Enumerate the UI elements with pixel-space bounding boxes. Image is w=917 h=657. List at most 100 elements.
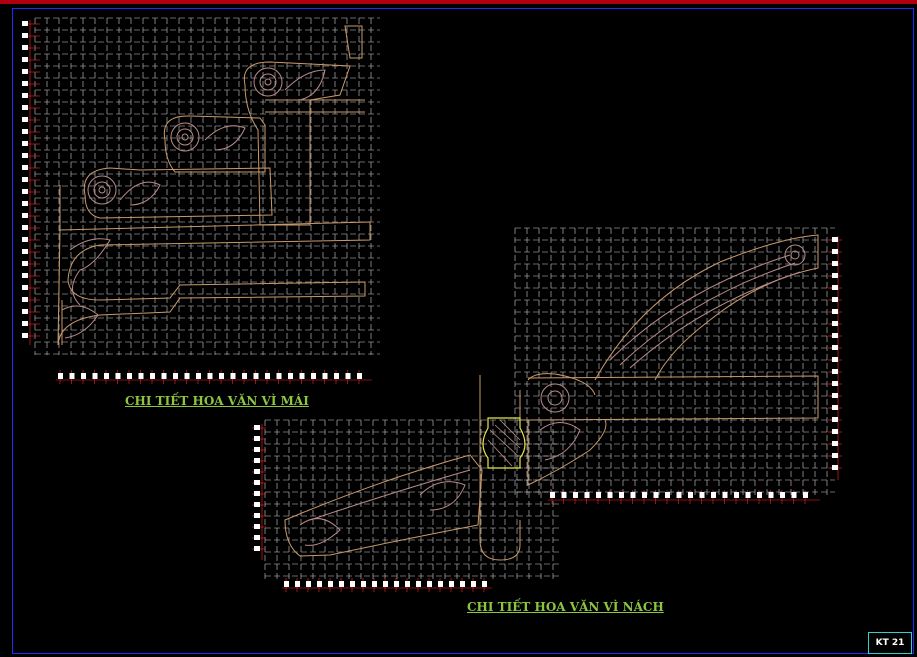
dimension-marker bbox=[22, 213, 28, 218]
dimension-marker bbox=[339, 581, 344, 587]
dimension-marker bbox=[311, 373, 316, 379]
dimension-marker bbox=[22, 21, 28, 26]
dimension-marker bbox=[832, 249, 838, 254]
dimension-marker bbox=[219, 373, 224, 379]
dimension-marker bbox=[832, 429, 838, 434]
dimension-marker bbox=[254, 491, 260, 496]
dimension-marker bbox=[482, 581, 487, 587]
dimension-marker bbox=[427, 581, 432, 587]
dimension-marker bbox=[573, 492, 578, 498]
dimension-marker bbox=[115, 373, 121, 379]
dimension-marker bbox=[416, 581, 421, 587]
dimension-marker bbox=[471, 581, 476, 587]
dimension-marker bbox=[306, 581, 311, 587]
dimension-marker bbox=[173, 373, 178, 379]
dimension-marker bbox=[22, 333, 28, 338]
dimension-marker bbox=[254, 513, 260, 518]
dimension-marker bbox=[254, 436, 260, 441]
dimension-marker bbox=[22, 117, 28, 122]
dimension-marker bbox=[832, 441, 838, 446]
arm-detail-label: CHI TIẾT HOA VĂN VÌ NÁCH bbox=[467, 600, 664, 614]
dimension-marker bbox=[630, 492, 636, 498]
dimension-marker bbox=[265, 373, 270, 379]
dimension-marker bbox=[722, 492, 728, 498]
dimension-marker bbox=[22, 261, 28, 266]
dimension-marker bbox=[832, 321, 838, 326]
dimension-marker bbox=[676, 492, 682, 498]
dimension-marker bbox=[22, 189, 28, 194]
dimension-marker bbox=[254, 469, 260, 474]
dimension-marker bbox=[665, 492, 670, 498]
dimension-marker bbox=[832, 345, 838, 350]
dimension-marker bbox=[607, 492, 613, 498]
dimension-marker bbox=[22, 273, 28, 278]
dimension-marker bbox=[642, 492, 647, 498]
dimension-marker bbox=[161, 373, 167, 379]
dimension-marker bbox=[699, 492, 705, 498]
dimension-marker bbox=[69, 373, 75, 379]
dimension-marker bbox=[150, 373, 155, 379]
dimension-marker bbox=[138, 373, 144, 379]
dimension-marker bbox=[184, 373, 190, 379]
dimension-marker bbox=[832, 261, 838, 266]
dimension-marker bbox=[328, 581, 333, 587]
dimension-marker bbox=[254, 447, 260, 452]
dimension-marker bbox=[92, 373, 98, 379]
arm-carved-scrolls bbox=[299, 244, 806, 546]
dimension-marker bbox=[22, 237, 28, 242]
dimension-marker bbox=[345, 373, 351, 379]
dimension-marker bbox=[253, 373, 259, 379]
dimension-marker bbox=[768, 492, 774, 498]
dimension-marker bbox=[295, 581, 300, 587]
dimension-marker bbox=[254, 458, 260, 463]
dimension-marker bbox=[584, 492, 590, 498]
dimension-marker bbox=[22, 165, 28, 170]
dimension-marker bbox=[619, 492, 624, 498]
dimension-marker bbox=[207, 373, 213, 379]
dimension-marker bbox=[460, 581, 465, 587]
dimension-marker bbox=[22, 309, 28, 314]
dimension-marker bbox=[254, 546, 260, 551]
dimension-marker bbox=[127, 373, 132, 379]
dimension-marker bbox=[745, 492, 751, 498]
column-section bbox=[482, 417, 526, 469]
dimension-marker bbox=[832, 309, 838, 314]
dimension-marker bbox=[22, 33, 28, 38]
dimension-marker bbox=[734, 492, 739, 498]
dimension-marker bbox=[22, 45, 28, 50]
dimension-marker bbox=[394, 581, 399, 587]
dimension-marker bbox=[334, 373, 339, 379]
dimension-marker bbox=[22, 297, 28, 302]
dimension-marker bbox=[832, 465, 838, 470]
dimension-marker bbox=[832, 333, 838, 338]
dimension-marker bbox=[254, 535, 260, 540]
dimension-marker bbox=[832, 297, 838, 302]
dimension-marker bbox=[299, 373, 305, 379]
roof-detail-label: CHI TIẾT HOA VĂN VÌ MÁI bbox=[125, 394, 309, 408]
dimension-marker bbox=[254, 502, 260, 507]
dimension-marker bbox=[832, 393, 838, 398]
dimension-marker bbox=[832, 381, 838, 386]
dimension-marker bbox=[780, 492, 785, 498]
dimension-marker bbox=[230, 373, 236, 379]
dimension-marker bbox=[832, 357, 838, 362]
dimension-marker bbox=[22, 81, 28, 86]
dimension-marker bbox=[22, 225, 28, 230]
dimension-marker bbox=[22, 141, 28, 146]
arm-detail-upper-grid bbox=[514, 227, 835, 495]
dimension-marker bbox=[757, 492, 762, 498]
dimension-marker bbox=[405, 581, 410, 587]
dimension-marker bbox=[22, 93, 28, 98]
dimension-marker bbox=[22, 285, 28, 290]
dimension-marker bbox=[284, 581, 289, 587]
dimension-marker bbox=[550, 492, 555, 498]
dimension-marker bbox=[803, 492, 808, 498]
dimension-marker bbox=[242, 373, 247, 379]
cad-drawing bbox=[22, 17, 842, 592]
dimension-marker bbox=[350, 581, 355, 587]
sheet-number-box: KT 21 bbox=[868, 632, 912, 654]
dimension-marker bbox=[357, 373, 362, 379]
dimension-marker bbox=[22, 69, 28, 74]
dimension-marker bbox=[372, 581, 377, 587]
dimension-marker bbox=[832, 237, 838, 242]
